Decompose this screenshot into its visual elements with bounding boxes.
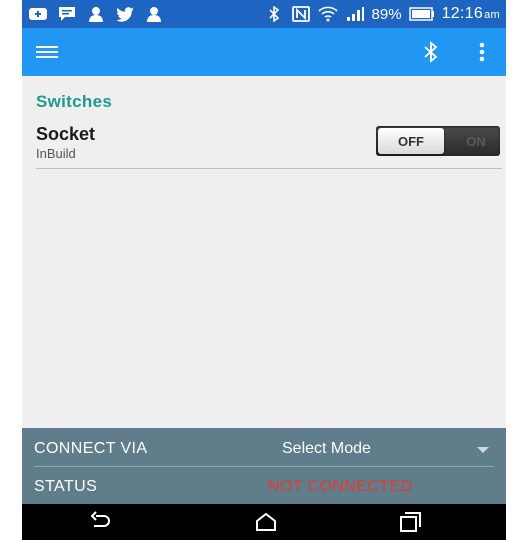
status-system-icons: 89% 12:16am bbox=[264, 5, 506, 23]
toggle-off-label: OFF bbox=[378, 128, 444, 154]
menu-icon[interactable] bbox=[30, 36, 66, 68]
recents-icon[interactable] bbox=[396, 510, 424, 534]
back-icon[interactable] bbox=[86, 510, 114, 534]
nfc-icon bbox=[291, 6, 310, 22]
status-notification-icons bbox=[22, 6, 164, 22]
hangouts-icon bbox=[147, 7, 161, 22]
app-bar bbox=[22, 28, 506, 76]
section-title: Switches bbox=[36, 92, 113, 111]
phone-screen: 89% 12:16am Switches Socket InBuild OFF … bbox=[22, 0, 506, 540]
battery-percent: 89% bbox=[371, 5, 402, 23]
navigation-bar bbox=[22, 504, 506, 540]
status-label: STATUS bbox=[34, 478, 98, 495]
connection-panel: CONNECT VIA Select Mode STATUS NOT CONNE… bbox=[22, 428, 506, 504]
select-mode-value: Select Mode bbox=[282, 440, 371, 457]
bluetooth-icon[interactable] bbox=[420, 40, 442, 64]
signal-icon bbox=[346, 7, 364, 21]
more-vert-icon[interactable] bbox=[474, 38, 490, 66]
twitter-icon bbox=[116, 7, 134, 22]
switch-item-subtitle: InBuild bbox=[36, 146, 76, 161]
list-divider bbox=[36, 168, 502, 169]
status-time-value: 12:16 bbox=[441, 5, 484, 22]
battery-icon bbox=[408, 7, 434, 21]
status-bar: 89% 12:16am bbox=[22, 0, 506, 28]
hangouts-icon bbox=[89, 7, 103, 22]
message-icon bbox=[59, 7, 75, 21]
connection-status-value: NOT CONNECTED bbox=[268, 478, 413, 495]
notification-icon bbox=[29, 8, 47, 20]
bluetooth-icon bbox=[268, 6, 279, 22]
switch-item-title: Socket bbox=[36, 124, 96, 144]
toggle-on-label: ON bbox=[466, 133, 486, 149]
status-time: 12:16am bbox=[442, 5, 500, 23]
connection-mode-select[interactable]: Select Mode bbox=[278, 434, 496, 464]
dropdown-arrow-icon bbox=[477, 447, 489, 453]
status-time-ampm: am bbox=[484, 9, 500, 21]
panel-divider bbox=[34, 466, 494, 467]
home-icon[interactable] bbox=[252, 510, 280, 534]
socket-toggle-switch[interactable]: OFF ON bbox=[376, 126, 500, 156]
wifi-icon bbox=[317, 6, 338, 22]
connect-via-label: CONNECT VIA bbox=[34, 440, 148, 457]
